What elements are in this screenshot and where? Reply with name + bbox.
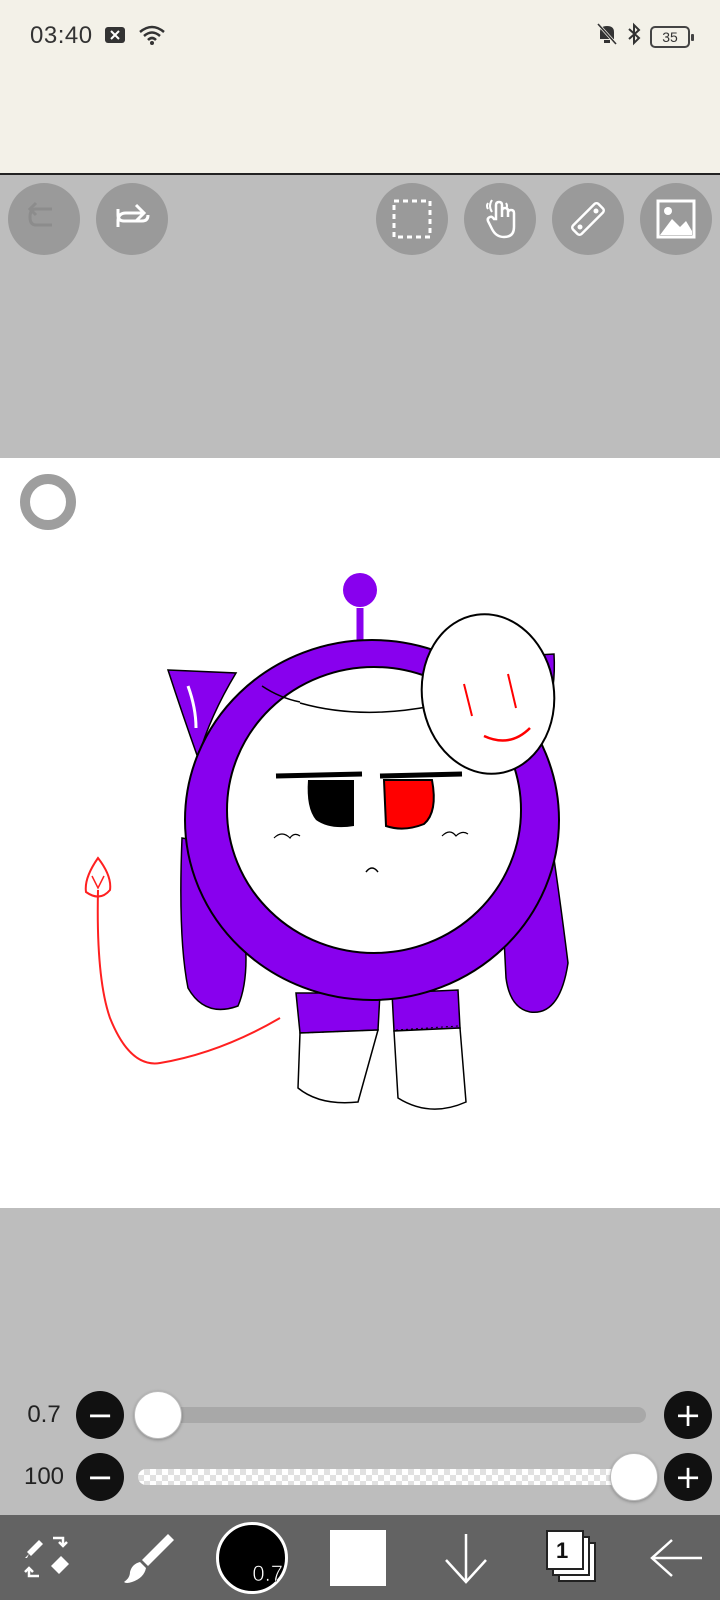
tool-switch-button[interactable] — [12, 1515, 82, 1600]
opacity-track[interactable] — [138, 1469, 646, 1485]
wifi-icon — [138, 24, 166, 51]
notification-x-icon — [104, 26, 126, 49]
download-button[interactable] — [430, 1515, 502, 1600]
status-right-icons: 35 — [596, 22, 694, 51]
opacity-slider-row: 100 − + — [0, 1452, 720, 1502]
brush-sliders: 0.7 − + 100 − + — [0, 1390, 720, 1520]
battery-icon: 35 — [650, 25, 694, 48]
tool-switch-icon — [24, 1536, 69, 1577]
battery-level: 35 — [662, 28, 678, 45]
ruler-button[interactable] — [552, 183, 624, 255]
opacity-thumb[interactable] — [610, 1453, 658, 1501]
selection-icon — [392, 199, 432, 239]
undo-button[interactable] — [8, 183, 80, 255]
opacity-decrease-button[interactable]: − — [76, 1453, 124, 1501]
undo-icon — [27, 201, 52, 227]
plus-icon: + — [674, 1458, 702, 1496]
bluetooth-icon — [626, 22, 642, 51]
minus-icon: − — [86, 1396, 114, 1434]
brush-size-decrease-button[interactable]: − — [76, 1391, 124, 1439]
drawing-canvas[interactable] — [0, 458, 720, 1208]
back-button[interactable] — [640, 1515, 712, 1600]
download-icon — [445, 1533, 487, 1584]
status-left-icons — [104, 24, 166, 51]
ruler-icon — [571, 202, 605, 236]
brush-size-indicator-label: 0.7 — [252, 1560, 283, 1586]
brush-size-thumb[interactable] — [134, 1391, 182, 1439]
brush-icon — [124, 1533, 174, 1583]
opacity-increase-button[interactable]: + — [664, 1453, 712, 1501]
layers-icon: 1 — [546, 1529, 598, 1586]
brush-size-track[interactable] — [138, 1407, 646, 1423]
layers-button[interactable]: 1 — [536, 1515, 608, 1600]
artwork-drawing — [84, 573, 569, 1110]
canvas-pan-handle[interactable] — [20, 474, 76, 530]
back-arrow-icon — [650, 1538, 702, 1577]
brush-size-increase-button[interactable]: + — [664, 1391, 712, 1439]
layer-count: 1 — [556, 1537, 569, 1563]
brush-size-value: 0.7 — [27, 1401, 61, 1428]
status-time: 03:40 — [30, 22, 93, 49]
top-toolbar — [0, 175, 720, 458]
opacity-value: 100 — [23, 1463, 65, 1490]
color-picker-button[interactable] — [322, 1515, 394, 1600]
gesture-icon — [486, 199, 516, 239]
reference-image-button[interactable] — [640, 183, 712, 255]
image-icon — [656, 199, 696, 239]
plus-icon: + — [674, 1396, 702, 1434]
redo-button[interactable] — [96, 183, 168, 255]
brush-size-slider-row: 0.7 − + — [0, 1390, 720, 1440]
color-swatch — [330, 1529, 386, 1586]
selection-button[interactable] — [376, 183, 448, 255]
gesture-button[interactable] — [464, 183, 536, 255]
mute-bell-icon — [596, 22, 618, 51]
brush-size-indicator-button[interactable]: 0.7 — [214, 1515, 290, 1600]
redo-icon — [116, 203, 150, 227]
brush-size-indicator: 0.7 — [216, 1521, 288, 1594]
bottom-toolbar: 0.7 1 — [0, 1515, 720, 1600]
status-bar: 03:40 35 — [0, 0, 720, 175]
minus-icon: − — [86, 1458, 114, 1496]
brush-tool-button[interactable] — [110, 1515, 186, 1600]
